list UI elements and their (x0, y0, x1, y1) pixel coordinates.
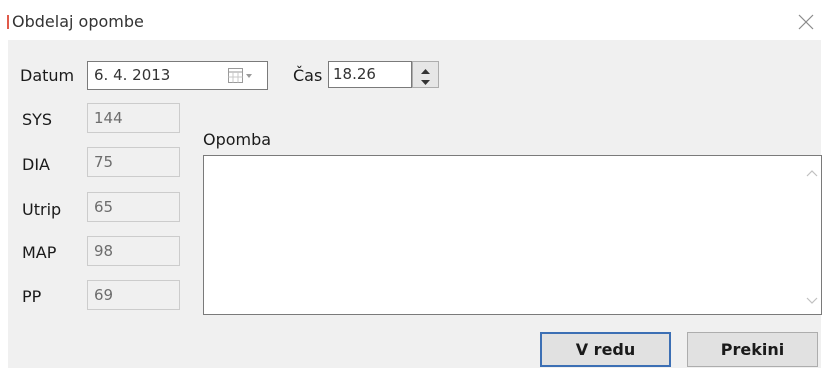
calendar-icon[interactable] (228, 68, 254, 84)
ok-button[interactable]: V redu (540, 332, 671, 367)
scroll-up-icon (806, 170, 818, 177)
dialog-title: Obdelaj opombe (12, 12, 144, 31)
sys-value: 144 (94, 109, 123, 127)
title-accent-mark (7, 15, 9, 29)
pulse-label: Utrip (22, 200, 62, 219)
spin-up-button[interactable] (413, 62, 438, 74)
title-bar: Obdelaj opombe (0, 0, 823, 40)
note-textarea[interactable] (203, 155, 822, 315)
close-icon (798, 14, 814, 30)
time-label: Čas (293, 66, 323, 85)
date-value: 6. 4. 2013 (94, 66, 171, 84)
scroll-up-button[interactable] (804, 166, 820, 182)
pulse-field: 65 (87, 192, 180, 222)
dia-label: DIA (22, 155, 50, 174)
pp-value: 69 (94, 286, 114, 304)
pp-field: 69 (87, 280, 180, 310)
date-label: Datum (20, 66, 75, 85)
pp-label: PP (22, 287, 42, 306)
sys-field: 144 (87, 103, 180, 133)
dia-value: 75 (94, 153, 114, 171)
map-value: 98 (94, 242, 114, 260)
scroll-down-button[interactable] (804, 292, 820, 308)
note-label: Opomba (203, 130, 272, 149)
time-value: 18.26 (333, 65, 376, 83)
scroll-down-icon (806, 297, 818, 304)
dia-field: 75 (87, 147, 180, 177)
pulse-value: 65 (94, 198, 114, 216)
map-label: MAP (22, 243, 57, 262)
time-spinner[interactable] (412, 61, 439, 88)
time-input[interactable]: 18.26 (328, 61, 412, 88)
cancel-button[interactable]: Prekini (687, 332, 818, 367)
sys-label: SYS (22, 110, 53, 129)
date-picker[interactable]: 6. 4. 2013 (87, 61, 268, 90)
spin-down-icon (421, 80, 430, 85)
spin-down-button[interactable] (413, 74, 438, 86)
dialog-window: Obdelaj opombe Datum 6. 4. 2013 Čas 18.2… (0, 0, 823, 374)
map-field: 98 (87, 236, 180, 266)
close-button[interactable] (792, 8, 820, 36)
